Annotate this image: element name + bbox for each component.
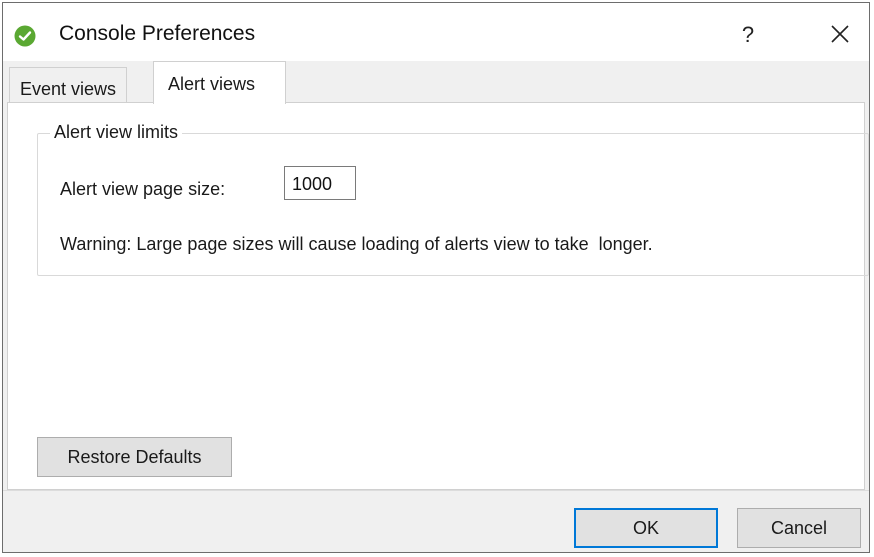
console-preferences-dialog: Console Preferences ? Event views Alert …: [2, 2, 870, 553]
alert-views-panel: Alert view limits Alert view page size: …: [7, 102, 869, 490]
tab-event-views[interactable]: Event views: [9, 67, 128, 103]
title-bar: Console Preferences ?: [3, 3, 869, 61]
restore-defaults-button[interactable]: Restore Defaults: [37, 437, 232, 477]
page-size-label: Alert view page size:: [60, 179, 226, 199]
page-size-input[interactable]: [284, 166, 356, 200]
close-icon: [831, 25, 849, 43]
close-button[interactable]: [823, 19, 857, 51]
ok-button[interactable]: OK: [574, 508, 718, 548]
green-check-badge-icon: [14, 25, 36, 47]
cancel-button[interactable]: Cancel: [737, 508, 861, 548]
tab-alert-views[interactable]: Alert views: [153, 61, 286, 104]
window-title: Console Preferences: [59, 22, 256, 45]
warning-text: Warning: Large page sizes will cause loa…: [60, 234, 653, 254]
group-title: Alert view limits: [50, 122, 183, 143]
dialog-body: Event views Alert views Alert view limit…: [3, 61, 869, 552]
help-button[interactable]: ?: [733, 19, 763, 51]
alert-view-limits-group: Alert view limits Alert view page size: …: [37, 122, 869, 276]
footer-divider: [3, 490, 869, 491]
